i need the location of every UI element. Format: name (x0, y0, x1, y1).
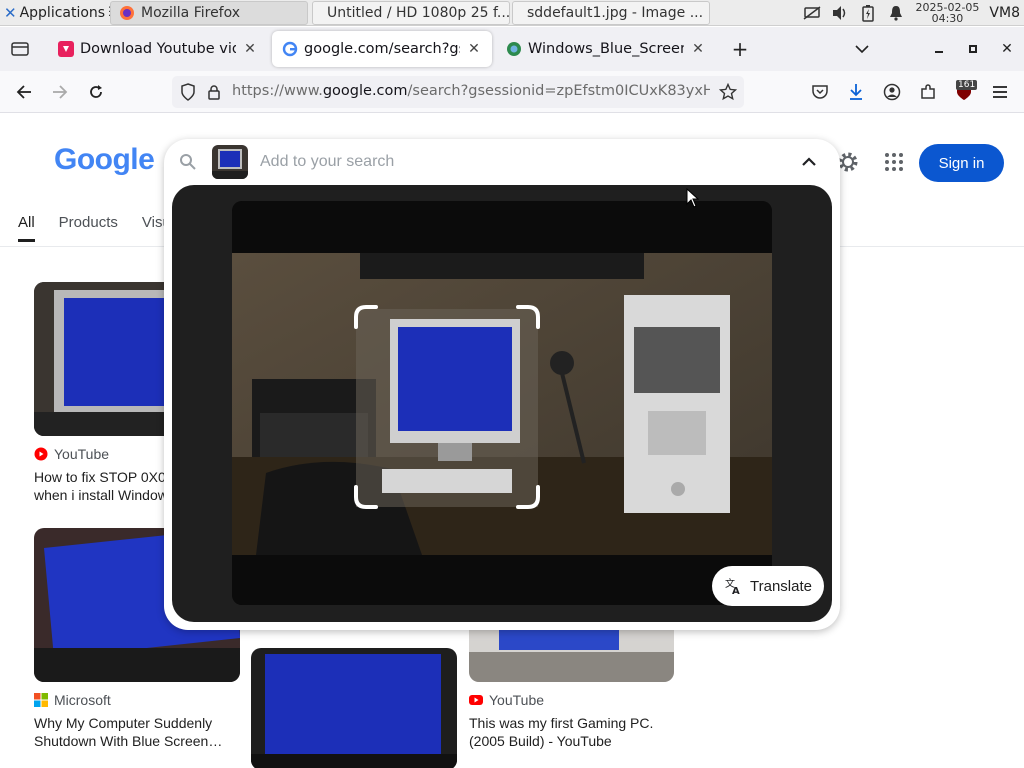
tab-title: google.com/search?gses (304, 41, 460, 57)
account-icon[interactable] (880, 80, 904, 104)
task-title: Untitled / HD 1080p 25 f... (327, 5, 510, 21)
maximize-icon[interactable] (961, 37, 985, 61)
google-lens-panel: 文 A Translate (164, 139, 840, 630)
tab-close-icon[interactable]: ✕ (466, 41, 482, 57)
tracking-shield-icon[interactable] (176, 80, 200, 104)
new-tab-plus-icon[interactable]: + (728, 37, 752, 61)
navigation-toolbar: https://www.google.com/search?gsessionid… (0, 71, 1024, 113)
extensions-puzzle-icon[interactable] (916, 80, 940, 104)
translate-button[interactable]: 文 A Translate (712, 566, 824, 606)
tab-title: Download Youtube video (80, 41, 236, 57)
task-firefox[interactable]: Mozilla Firefox (110, 1, 308, 25)
firefox-icon (120, 6, 134, 20)
tab-download-youtube[interactable]: Download Youtube video ✕ (48, 31, 268, 67)
filter-products[interactable]: Products (59, 204, 118, 242)
lens-photo[interactable] (232, 201, 772, 605)
clock-time: 04:30 (931, 12, 964, 25)
lens-image-thumbnail[interactable] (212, 145, 248, 179)
battery-icon[interactable] (859, 4, 877, 22)
svg-text:A: A (732, 586, 740, 595)
task-title: Mozilla Firefox (141, 5, 241, 21)
url-bar[interactable]: https://www.google.com/search?gsessionid… (172, 76, 744, 108)
notification-bell-icon[interactable] (887, 4, 905, 22)
reload-icon[interactable] (84, 80, 108, 104)
applications-label: Applications (19, 4, 106, 21)
result-source-4[interactable]: YouTube (469, 692, 544, 708)
volume-icon[interactable] (831, 4, 849, 22)
os-taskbar: ✕ Applications ☰ Mozilla Firefox Untitle… (0, 0, 1024, 26)
youtube-icon (34, 447, 48, 461)
back-arrow-icon[interactable] (12, 80, 36, 104)
translate-icon: 文 A (725, 577, 740, 595)
forward-arrow-icon[interactable] (48, 80, 72, 104)
bookmark-star-icon[interactable] (716, 80, 740, 104)
wikipedia-icon (507, 42, 521, 56)
downloads-icon[interactable] (844, 80, 868, 104)
lens-search-input[interactable] (260, 150, 780, 174)
result-title-line: Why My Computer Suddenly (34, 715, 213, 731)
apps-grid-icon[interactable] (882, 150, 906, 174)
lock-icon[interactable] (202, 80, 226, 104)
url-path: /search?gsessionid=zpEfstm0ICUxK83yxHR (407, 83, 710, 99)
microsoft-icon (34, 693, 48, 707)
close-window-icon[interactable]: ✕ (995, 37, 1019, 61)
tab-title: Windows_Blue_Screen_o (528, 41, 684, 57)
tab-close-icon[interactable]: ✕ (242, 41, 258, 57)
result-title-line: Shutdown With Blue Screen… (34, 733, 223, 749)
network-icon[interactable] (803, 4, 821, 22)
xfce-logo-icon: ✕ (4, 3, 17, 22)
url-text[interactable]: https://www.google.com/search?gsessionid… (232, 83, 710, 99)
task-video[interactable]: Untitled / HD 1080p 25 f... (312, 1, 510, 25)
youtube-icon (469, 695, 483, 705)
extension-badge-count: 161 (956, 80, 978, 90)
result-title-2[interactable]: Why My Computer Suddenly Shutdown With B… (34, 714, 240, 750)
google-icon (282, 41, 298, 57)
tab-windows-blue-screen[interactable]: Windows_Blue_Screen_o ✕ (496, 31, 716, 67)
tab-list-chevron-icon[interactable] (850, 37, 874, 61)
firefox-view-icon[interactable] (8, 37, 32, 61)
browser-tab-strip: Download Youtube video ✕ google.com/sear… (0, 27, 1024, 71)
task-image-viewer[interactable]: sddefault1.jpg - Image ... (512, 1, 710, 25)
google-logo[interactable]: Google (54, 143, 155, 177)
filter-all[interactable]: All (18, 204, 35, 242)
result-image-3[interactable] (251, 648, 457, 768)
pocket-icon[interactable] (808, 80, 832, 104)
tab-google-search[interactable]: google.com/search?gses ✕ (272, 31, 492, 67)
result-source-name: YouTube (54, 446, 110, 462)
google-logo-text: Google (54, 143, 155, 176)
url-domain: google.com (322, 83, 408, 99)
lens-search-bar (164, 139, 840, 185)
sign-in-button[interactable]: Sign in (919, 144, 1004, 182)
result-title-line: This was my first Gaming PC. (469, 715, 654, 731)
tab-close-icon[interactable]: ✕ (690, 41, 706, 57)
result-title-4[interactable]: This was my first Gaming PC. (2005 Build… (469, 714, 675, 750)
collapse-chevron-icon[interactable] (797, 150, 821, 174)
result-source-name: Microsoft (54, 692, 111, 708)
search-icon (176, 150, 200, 174)
result-source-1[interactable]: YouTube (34, 446, 109, 462)
result-source-name: YouTube (489, 692, 545, 708)
mouse-cursor-icon (686, 187, 700, 212)
lens-image-viewer: 文 A Translate (172, 185, 832, 622)
task-title: sddefault1.jpg - Image ... (527, 5, 704, 21)
clock[interactable]: 2025-02-05 04:30 (915, 2, 979, 24)
app-menu-icon[interactable] (988, 80, 1012, 104)
user-label[interactable]: VM8 (989, 5, 1020, 21)
applications-menu[interactable]: ✕ Applications ☰ (0, 0, 124, 26)
minimize-icon[interactable] (927, 37, 951, 61)
result-source-2[interactable]: Microsoft (34, 692, 111, 708)
download-site-icon (58, 41, 74, 57)
translate-label: Translate (750, 577, 812, 595)
url-prefix: https://www. (232, 83, 323, 99)
result-title-line: (2005 Build) - YouTube (469, 733, 612, 749)
